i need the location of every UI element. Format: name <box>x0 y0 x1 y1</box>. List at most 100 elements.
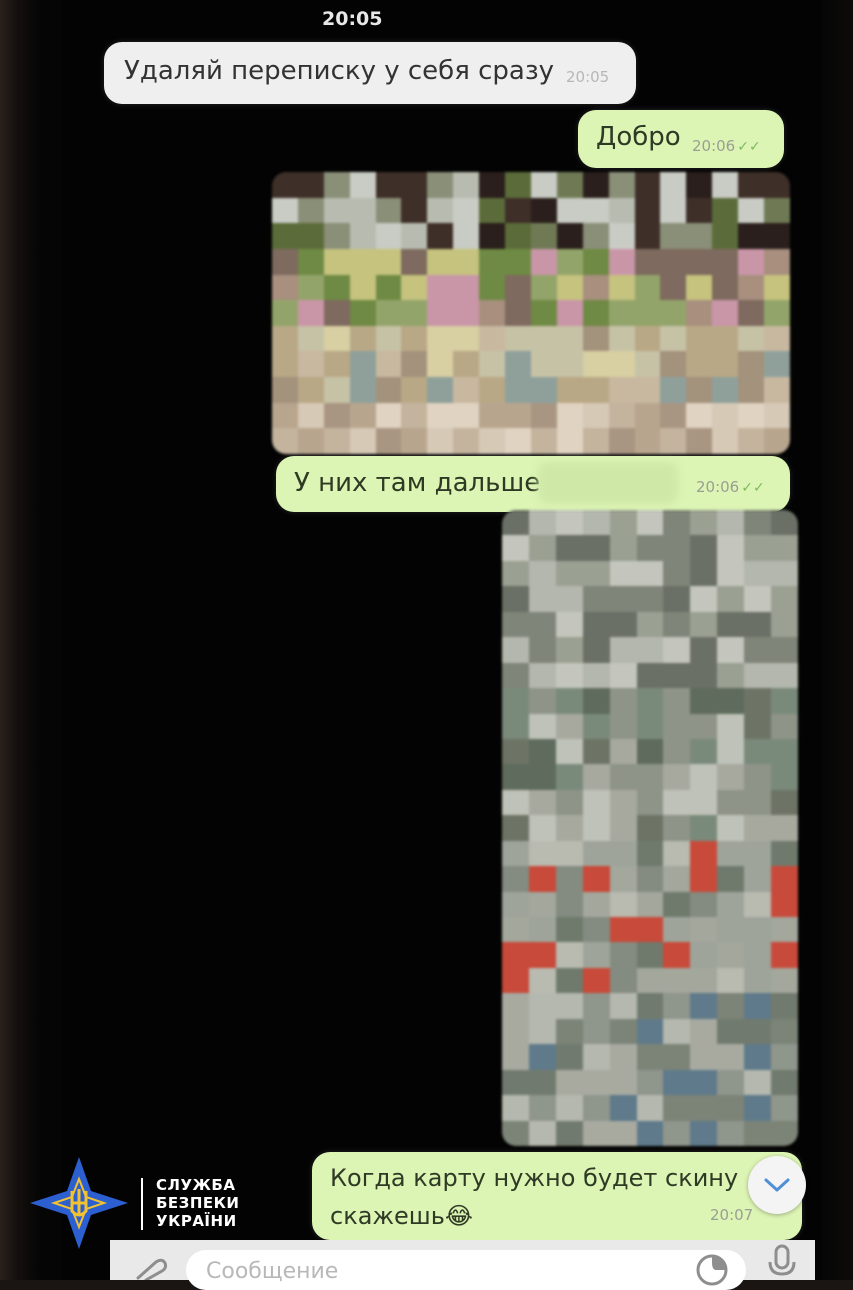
pixel-block <box>530 402 557 429</box>
pixel-block <box>636 1069 664 1096</box>
pixel-block <box>453 377 480 403</box>
pixel-block <box>609 967 637 994</box>
pixel-block <box>555 713 583 739</box>
pixel-block <box>717 510 745 536</box>
redacted-text <box>538 462 678 504</box>
pixel-block <box>690 1044 718 1070</box>
pixel-block <box>453 402 480 429</box>
pixel-block <box>660 223 687 249</box>
pixelated-photo[interactable] <box>502 510 798 1146</box>
pixel-block <box>663 1069 691 1096</box>
pixel-block <box>771 967 798 994</box>
sticker-icon[interactable] <box>694 1252 730 1288</box>
pixel-block <box>502 917 529 943</box>
organization-name: СЛУЖБА БЕЗПЕКИ УКРАЇНИ <box>156 1176 239 1230</box>
pixel-block <box>712 300 739 326</box>
pixel-block <box>609 535 637 561</box>
pixel-block <box>582 1044 610 1070</box>
pixelated-photo[interactable] <box>272 172 790 454</box>
pixel-block <box>555 1018 583 1045</box>
message-outgoing[interactable]: У них там дальше 20:06 ✓✓ <box>276 456 790 512</box>
pixel-block <box>555 967 583 994</box>
paperclip-icon[interactable] <box>132 1258 168 1280</box>
pixel-block <box>530 351 557 378</box>
message-incoming[interactable]: Удаляй переписку у себя сразу 20:05 <box>104 42 636 104</box>
pixel-block <box>609 688 637 714</box>
pixel-block <box>744 688 772 714</box>
message-outgoing[interactable]: Добро 20:06 ✓✓ <box>578 110 784 168</box>
pixel-block <box>771 1044 798 1070</box>
pixel-block <box>636 1095 664 1121</box>
pixel-block <box>764 402 790 429</box>
pixel-block <box>401 248 428 275</box>
pixel-block <box>764 351 790 378</box>
pixel-block <box>582 1018 610 1045</box>
pixel-block <box>479 274 506 301</box>
pixel-block <box>771 1069 798 1096</box>
pixel-block <box>582 611 610 638</box>
pixel-block <box>427 274 454 301</box>
pixel-block <box>349 197 376 224</box>
pixel-block <box>609 815 637 841</box>
pixel-block <box>555 1095 583 1121</box>
pixel-block <box>690 1095 718 1121</box>
pixel-block <box>717 1018 745 1045</box>
pixel-block <box>686 428 713 454</box>
pixel-block <box>712 223 739 249</box>
pixel-block <box>690 738 718 765</box>
pixel-block <box>505 402 531 429</box>
pixel-block <box>744 967 772 994</box>
pixel-block <box>502 1095 529 1121</box>
pixel-block <box>717 891 745 918</box>
pixel-block <box>744 1069 772 1096</box>
pixel-block <box>690 1069 718 1096</box>
pixel-block <box>556 428 583 454</box>
pixel-block <box>349 248 376 275</box>
pixel-block <box>686 172 713 198</box>
pixel-block <box>555 1044 583 1070</box>
pixel-block <box>582 560 610 587</box>
pixel-block <box>608 248 635 275</box>
pixel-block <box>663 866 691 892</box>
pixel-block <box>636 510 664 536</box>
pixel-block <box>297 172 324 198</box>
pixel-block <box>609 713 637 739</box>
pixel-block <box>401 197 428 224</box>
pixel-block <box>636 560 664 587</box>
pixel-block <box>636 815 664 841</box>
message-text-line1: Когда карту нужно будет скину <box>330 1164 739 1192</box>
pixel-block <box>636 917 664 943</box>
scroll-down-button[interactable] <box>748 1156 806 1214</box>
pixel-block <box>427 377 454 403</box>
pixel-block <box>582 377 609 403</box>
pixel-block <box>582 300 609 326</box>
pixel-block <box>609 789 637 816</box>
pixel-block <box>349 428 376 454</box>
pixel-block <box>663 1018 691 1045</box>
pixel-block <box>660 351 687 378</box>
message-input[interactable]: Сообщение <box>186 1250 746 1290</box>
pixel-block <box>764 197 790 224</box>
pixel-block <box>717 1120 745 1146</box>
pixel-block <box>582 1095 610 1121</box>
pixel-block <box>375 300 402 326</box>
pixel-block <box>738 274 765 301</box>
pixel-block <box>717 993 745 1019</box>
pixel-block <box>738 248 765 275</box>
pixel-block <box>297 325 324 352</box>
pixel-block <box>609 1120 637 1146</box>
pixel-block <box>771 535 798 561</box>
org-line-3: УКРАЇНИ <box>156 1212 237 1230</box>
pixel-block <box>375 172 402 198</box>
pixel-block <box>502 611 529 638</box>
pixel-block <box>686 300 713 326</box>
pixel-block <box>609 586 637 612</box>
pixel-block <box>272 428 298 454</box>
pixel-block <box>582 688 610 714</box>
pixel-block <box>401 428 428 454</box>
microphone-icon[interactable] <box>766 1244 798 1280</box>
message-outgoing[interactable]: Когда карту нужно будет скину скажешь😂 2… <box>312 1152 802 1240</box>
pixel-block <box>502 535 529 561</box>
pixel-block <box>453 351 480 378</box>
pixel-block <box>764 300 790 326</box>
